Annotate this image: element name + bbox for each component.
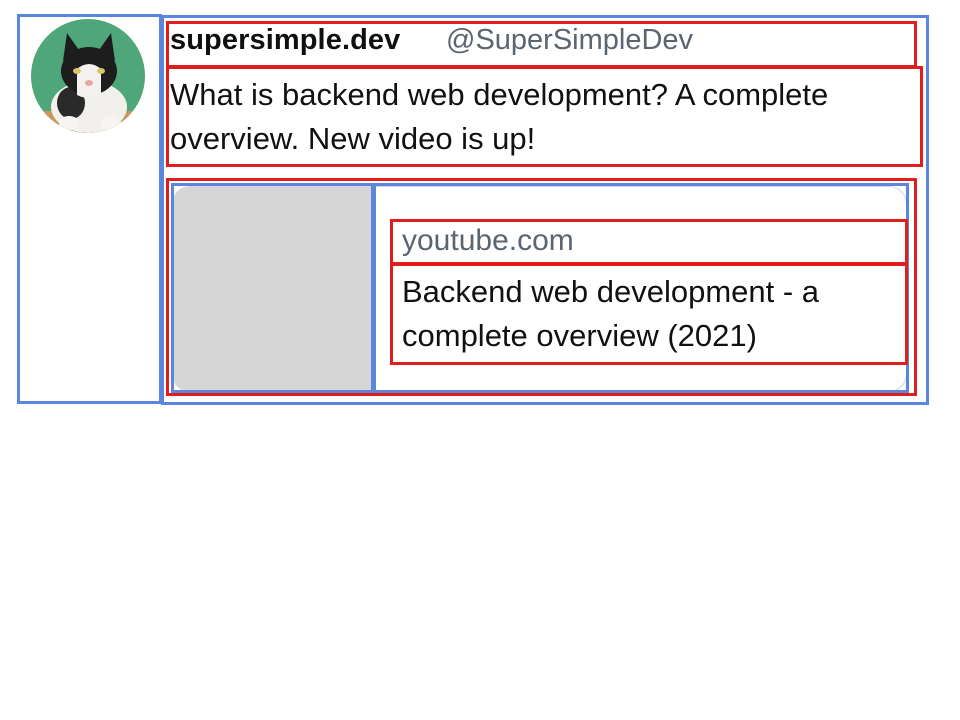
card-domain: youtube.com [402, 224, 574, 257]
tweet-text: What is backend web development? A compl… [170, 77, 829, 156]
card-title[interactable]: Backend web development - a complete ove… [402, 270, 902, 358]
user-handle[interactable]: @SuperSimpleDev [446, 24, 693, 57]
display-name[interactable]: supersimple.dev [170, 24, 400, 57]
cat-avatar-icon [31, 19, 145, 133]
card-image-outline [171, 183, 376, 393]
avatar[interactable] [31, 19, 145, 133]
